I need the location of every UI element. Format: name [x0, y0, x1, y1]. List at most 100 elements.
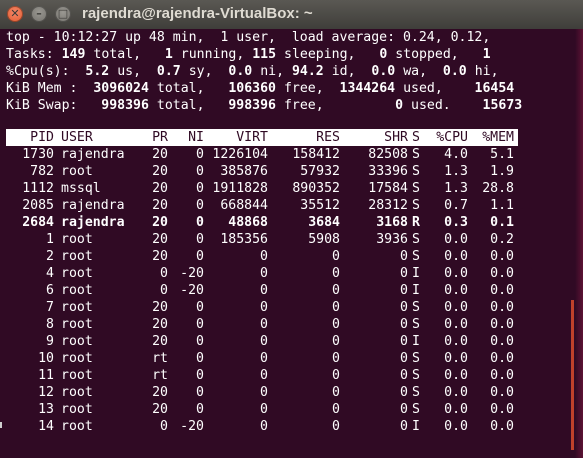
tasks-total-label: total, [93, 47, 142, 62]
cell-virt: 0 [260, 283, 268, 298]
cell-pr: 0 [160, 283, 168, 298]
cell-pid: 1730 [22, 147, 54, 162]
cell-virt: 0 [260, 300, 268, 315]
table-row: 2 root 20 0 0 0 0 S 0.0 0.0 [6, 248, 518, 265]
cell-user: root [61, 249, 93, 264]
cell-pr: rt [152, 351, 168, 366]
cpu-sy: 0.7 [156, 64, 181, 79]
cell-user: root [61, 283, 93, 298]
cell-mem: 0.0 [490, 317, 514, 332]
cell-pr: 20 [152, 300, 168, 315]
cell-mem: 5.1 [490, 147, 514, 162]
cell-s: S [412, 300, 420, 315]
cell-pr: 20 [152, 249, 168, 264]
cell-virt: 0 [260, 368, 268, 383]
cell-user: root [61, 385, 93, 400]
mem-free-label: free, [283, 81, 324, 96]
cell-cpu: 0.0 [444, 385, 468, 400]
cell-shr: 0 [400, 266, 408, 281]
cell-pid: 2 [46, 249, 54, 264]
cell-virt: 0 [260, 334, 268, 349]
cell-cpu: 0.0 [444, 266, 468, 281]
mem-used: 1344264 [339, 81, 396, 96]
cell-pid: 11 [38, 368, 54, 383]
swap-used: 0 [395, 98, 404, 113]
column-header-s: S [412, 130, 420, 145]
cell-pr: 20 [152, 317, 168, 332]
cell-pid: 14 [38, 419, 54, 434]
cell-pid: 2085 [22, 198, 54, 213]
cell-shr: 0 [400, 317, 408, 332]
cell-user: root [61, 419, 93, 434]
cpu-hi-label: hi, [474, 64, 499, 79]
swap-label: KiB Swap: [6, 98, 78, 113]
desktop-accent [571, 300, 574, 450]
cell-pr: 20 [152, 181, 168, 196]
cell-user: root [61, 317, 93, 332]
cell-mem: 0.2 [490, 232, 514, 247]
column-header-pr: PR [152, 130, 168, 145]
cell-ni: 0 [196, 317, 204, 332]
cell-user: root [61, 300, 93, 315]
cell-ni: 0 [196, 215, 204, 230]
cell-shr: 0 [400, 385, 408, 400]
terminal-area[interactable]: top - 10:12:27 up 48 min, 1 user, load a… [0, 29, 583, 458]
tasks-stopped: 0 [379, 47, 388, 62]
table-row: 1730 rajendra 20 0 1226104 158412 82508 S 4.0 5.1 [6, 146, 518, 163]
cell-s: S [412, 164, 420, 179]
table-row: 4 root 0 -20 0 0 0 I 0.0 0.0 [6, 265, 518, 282]
cell-pr: 0 [160, 266, 168, 281]
cpu-id-label: id, [331, 64, 356, 79]
cell-s: S [412, 249, 420, 264]
title-bar[interactable]: ✕ – □ rajendra@rajendra-VirtualBox: ~ [0, 0, 583, 30]
cell-pid: 1112 [22, 181, 54, 196]
mem-extra: 16454 [474, 81, 515, 96]
cell-cpu: 0.0 [444, 300, 468, 315]
cell-user: root [61, 164, 93, 179]
minimize-button[interactable]: – [31, 6, 47, 22]
cell-shr: 3168 [376, 215, 408, 230]
cell-pid: 782 [30, 164, 54, 179]
cell-pid: 7 [46, 300, 54, 315]
cell-virt: 0 [260, 419, 268, 434]
cell-mem: 1.9 [490, 164, 514, 179]
cell-s: S [412, 385, 420, 400]
cell-mem: 0.0 [490, 283, 514, 298]
cell-user: root [61, 402, 93, 417]
cell-shr: 0 [400, 300, 408, 315]
cell-virt: 0 [260, 385, 268, 400]
table-row: 6 root 0 -20 0 0 0 I 0.0 0.0 [6, 282, 518, 299]
cpu-ni: 0.0 [228, 64, 253, 79]
cell-s: R [412, 215, 420, 230]
table-row: 1112 mssql 20 0 1911828 890352 17584 S 1.3 28.8 [6, 180, 518, 197]
cell-user: rajendra [61, 215, 125, 230]
maximize-button[interactable]: □ [55, 6, 71, 22]
cell-pid: 6 [46, 283, 54, 298]
cell-cpu: 0.7 [444, 198, 468, 213]
cell-pid: 13 [38, 402, 54, 417]
cell-pr: 20 [152, 147, 168, 162]
cell-cpu: 0.0 [444, 317, 468, 332]
cell-res: 158412 [292, 147, 340, 162]
cell-virt: 48868 [228, 215, 268, 230]
mem-total: 3096024 [93, 81, 149, 96]
cell-mem: 0.0 [490, 402, 514, 417]
cell-ni: -20 [180, 266, 204, 281]
close-button[interactable]: ✕ [7, 6, 23, 22]
cell-user: rajendra [61, 147, 125, 162]
column-header-mem: %MEM [482, 130, 514, 145]
tasks-label: Tasks: [6, 47, 54, 62]
cell-pid: 1 [46, 232, 54, 247]
cell-virt: 0 [260, 351, 268, 366]
cell-cpu: 0.0 [444, 419, 468, 434]
cell-virt: 185356 [220, 232, 268, 247]
mem-used-label: used, [403, 81, 443, 96]
cell-shr: 0 [400, 419, 408, 434]
cell-s: I [412, 283, 420, 298]
cell-virt: 0 [260, 317, 268, 332]
tasks-running: 1 [164, 47, 173, 62]
right-edge-shadow [575, 29, 583, 458]
cpu-hi: 0.0 [442, 64, 467, 79]
cell-shr: 0 [400, 283, 408, 298]
process-table-header: PID USER PR NI VIRT RES SHR S %CPU %MEM [6, 129, 518, 146]
